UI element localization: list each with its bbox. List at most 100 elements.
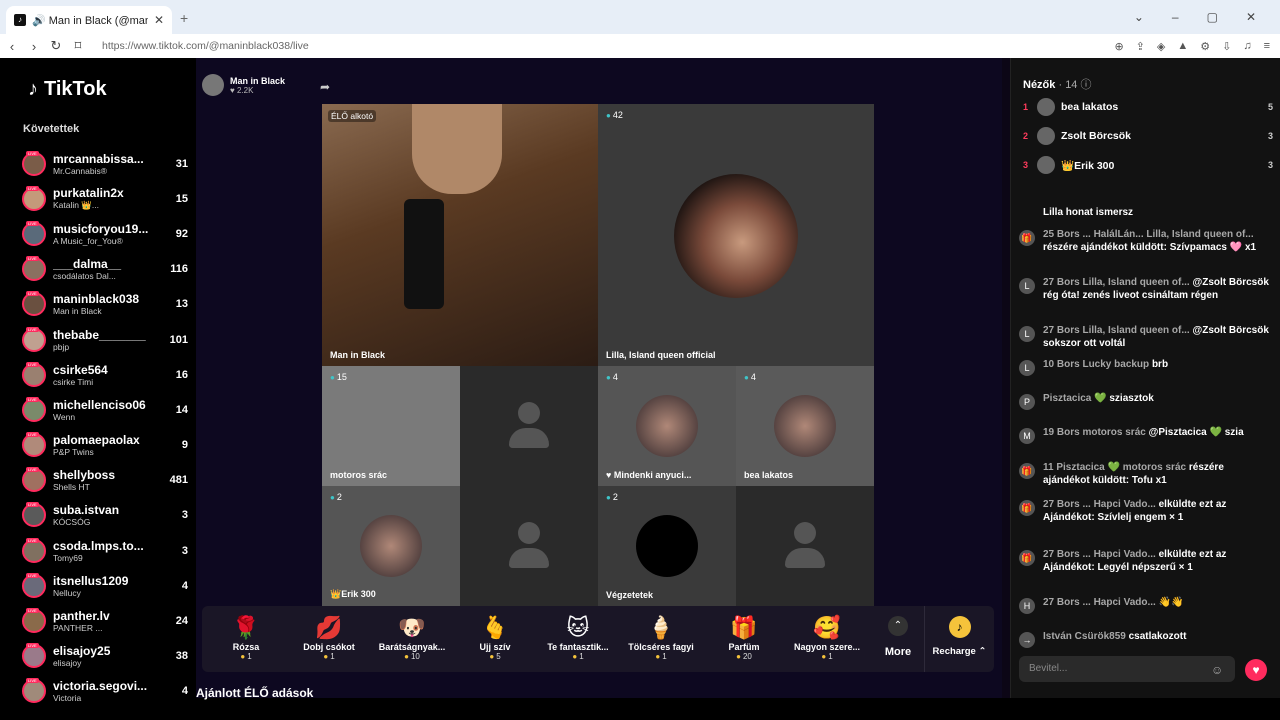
share-icon[interactable]: ➦ [320,80,330,94]
new-tab-button[interactable]: + [180,10,188,26]
host-info[interactable]: Man in Black ♥ 2.2K [202,74,285,96]
following-avatar[interactable]: LIVE [22,361,46,387]
following-item[interactable]: LIVE csoda.lmps.to... Tomy69 3 [22,533,188,568]
following-avatar[interactable]: LIVE [22,220,46,246]
following-item[interactable]: LIVE csirke564 csirke Timi 16 [22,357,188,392]
download-icon[interactable]: ⇩ [1222,40,1231,53]
chat-user[interactable]: 27 Bors ... Hapci Vado... [1043,499,1156,510]
gift-item[interactable]: 🥰 Nagyon szere...1 [787,614,867,661]
gift-item[interactable]: 💋 Dobj csókot1 [289,614,369,661]
viewer-avatar[interactable] [1037,98,1055,116]
chat-user[interactable]: 19 Bors motoros srác [1043,427,1146,438]
forward-icon[interactable]: › [24,39,44,54]
following-item[interactable]: LIVE elisajoy25 elisajoy 38 [22,639,188,674]
maximize-icon[interactable]: ▢ [1207,10,1218,24]
viewer-row[interactable]: 3 👑Erik 300 3 [1023,154,1273,176]
viewer-avatar[interactable] [1037,156,1055,174]
chat-user[interactable]: 27 Bors Lilla, Island queen of... [1043,325,1190,336]
info-icon[interactable]: ⓘ [1081,79,1092,91]
following-item[interactable]: LIVE musicforyou19... A Music_for_You® 92 [22,216,188,251]
following-item[interactable]: LIVE shellyboss Shells HT 481 [22,463,188,498]
back-icon[interactable]: ‹ [2,39,22,54]
following-avatar[interactable]: LIVE [22,291,46,317]
chat-avatar[interactable]: L [1019,326,1035,342]
guest-cell[interactable]: 4 bea lakatos [736,366,874,486]
guest-cell[interactable] [460,486,598,606]
following-avatar[interactable]: LIVE [22,326,46,352]
music-icon[interactable]: ♫ [1243,40,1251,53]
bookmark-icon[interactable]: ⌑ [68,38,88,54]
chat-avatar[interactable]: H [1019,598,1035,614]
chat-avatar[interactable]: M [1019,428,1035,444]
gift-item[interactable]: 🐱 Te fantasztik...1 [538,614,618,661]
chat-avatar[interactable]: P [1019,394,1035,410]
share-icon[interactable]: ⇪ [1136,40,1145,53]
chat-user[interactable]: 27 Bors Lilla, Island queen of... [1043,277,1190,288]
chat-avatar[interactable]: → [1019,632,1035,648]
following-item[interactable]: LIVE maninblack038 Man in Black 13 [22,287,188,322]
guest-cell[interactable]: 15 motoros srác [322,366,460,486]
emoji-icon[interactable]: ☺ [1211,663,1223,677]
close-window-icon[interactable]: ✕ [1246,10,1256,24]
like-heart-button[interactable]: ♥ [1245,659,1267,681]
tab-list-icon[interactable]: ⌄ [1134,10,1144,24]
chat-avatar[interactable]: 🎁 [1019,463,1035,479]
tiktok-logo[interactable]: ♪ TikTok [28,78,107,101]
following-item[interactable]: LIVE victoria.segovi... Victoria 4 [22,674,188,709]
viewer-row[interactable]: 2 Zsolt Börcsök 3 [1023,125,1273,147]
guest-cell[interactable]: 2 👑Erik 300 [322,486,460,606]
following-avatar[interactable]: LIVE [22,467,46,493]
host-video[interactable]: ÉLŐ alkotó Man in Black [322,104,598,366]
extension-icon[interactable]: ⚙ [1200,40,1210,53]
gift-item[interactable]: 🫰 Ujj szív5 [455,614,535,661]
chat-input[interactable]: Bevitel... [1019,656,1235,682]
guest-cell-lilla[interactable]: 42 Lilla, Island queen official [598,104,874,366]
guest-cell[interactable] [460,366,598,486]
following-item[interactable]: LIVE thebabe_______ pbjp 101 [22,322,188,357]
following-avatar[interactable]: LIVE [22,643,46,669]
zoom-icon[interactable]: ⊕ [1114,40,1123,53]
following-item[interactable]: LIVE ___dalma__ csodálatos Dal... 116 [22,252,188,287]
reload-icon[interactable]: ↻ [46,38,66,54]
chat-avatar[interactable]: 🎁 [1019,550,1035,566]
gift-item[interactable]: 🍦 Tölcséres fagyi1 [621,614,701,661]
guest-cell[interactable]: 4 ♥ Mindenki anyuci... [598,366,736,486]
chat-user[interactable]: 11 Pisztacica 💚 motoros srác [1043,462,1186,473]
following-avatar[interactable]: LIVE [22,502,46,528]
host-avatar[interactable] [202,74,224,96]
following-avatar[interactable]: LIVE [22,537,46,563]
menu-icon[interactable]: ≡ [1264,40,1270,53]
chat-user[interactable]: 27 Bors ... Hapci Vado... [1043,549,1156,560]
more-gifts-button[interactable]: ⌃ More [878,616,918,658]
chat-avatar[interactable]: 🎁 [1019,230,1035,246]
following-item[interactable]: LIVE palomaepaolax P&P Twins 9 [22,428,188,463]
chat-user[interactable]: Pisztacica 💚 [1043,393,1107,404]
following-item[interactable]: LIVE panther.lv PANTHER ... 24 [22,603,188,638]
following-avatar[interactable]: LIVE [22,678,46,704]
following-item[interactable]: LIVE purkatalin2x Katalin 👑... 15 [22,181,188,216]
following-avatar[interactable]: LIVE [22,396,46,422]
guest-cell[interactable] [736,486,874,606]
chat-user[interactable]: István Csürök859 [1043,631,1126,642]
gift-item[interactable]: 🐶 Barátságnyak...10 [372,614,452,661]
warning-icon[interactable]: ▲ [1177,40,1188,53]
viewer-row[interactable]: 1 bea lakatos 5 [1023,96,1273,118]
chat-user[interactable]: 10 Bors Lucky backup [1043,359,1149,370]
address-bar[interactable]: https://www.tiktok.com/@maninblack038/li… [102,40,1114,52]
chat-user[interactable]: 27 Bors ... Hapci Vado... [1043,597,1156,608]
recharge-button[interactable]: ♪ Recharge ⌃ [924,606,994,672]
following-avatar[interactable]: LIVE [22,256,46,282]
chat-avatar[interactable]: 🎁 [1019,500,1035,516]
following-item[interactable]: LIVE mrcannabissa... Mr.Cannabis® 31 [22,146,188,181]
chat-avatar[interactable]: L [1019,360,1035,376]
following-avatar[interactable]: LIVE [22,608,46,634]
following-avatar[interactable]: LIVE [22,432,46,458]
minimize-icon[interactable]: – [1172,10,1179,24]
browser-tab[interactable]: ♪ 🔊 Man in Black (@maninbl… ✕ [6,6,172,34]
following-item[interactable]: LIVE suba.istvan KÓCSÓG 3 [22,498,188,533]
following-avatar[interactable]: LIVE [22,185,46,211]
following-item[interactable]: LIVE itsnellus1209 Nellucy 4 [22,568,188,603]
gift-item[interactable]: 🌹 Rózsa1 [206,614,286,661]
tab-close-icon[interactable]: ✕ [154,13,164,27]
shield-icon[interactable]: ◈ [1157,40,1165,53]
